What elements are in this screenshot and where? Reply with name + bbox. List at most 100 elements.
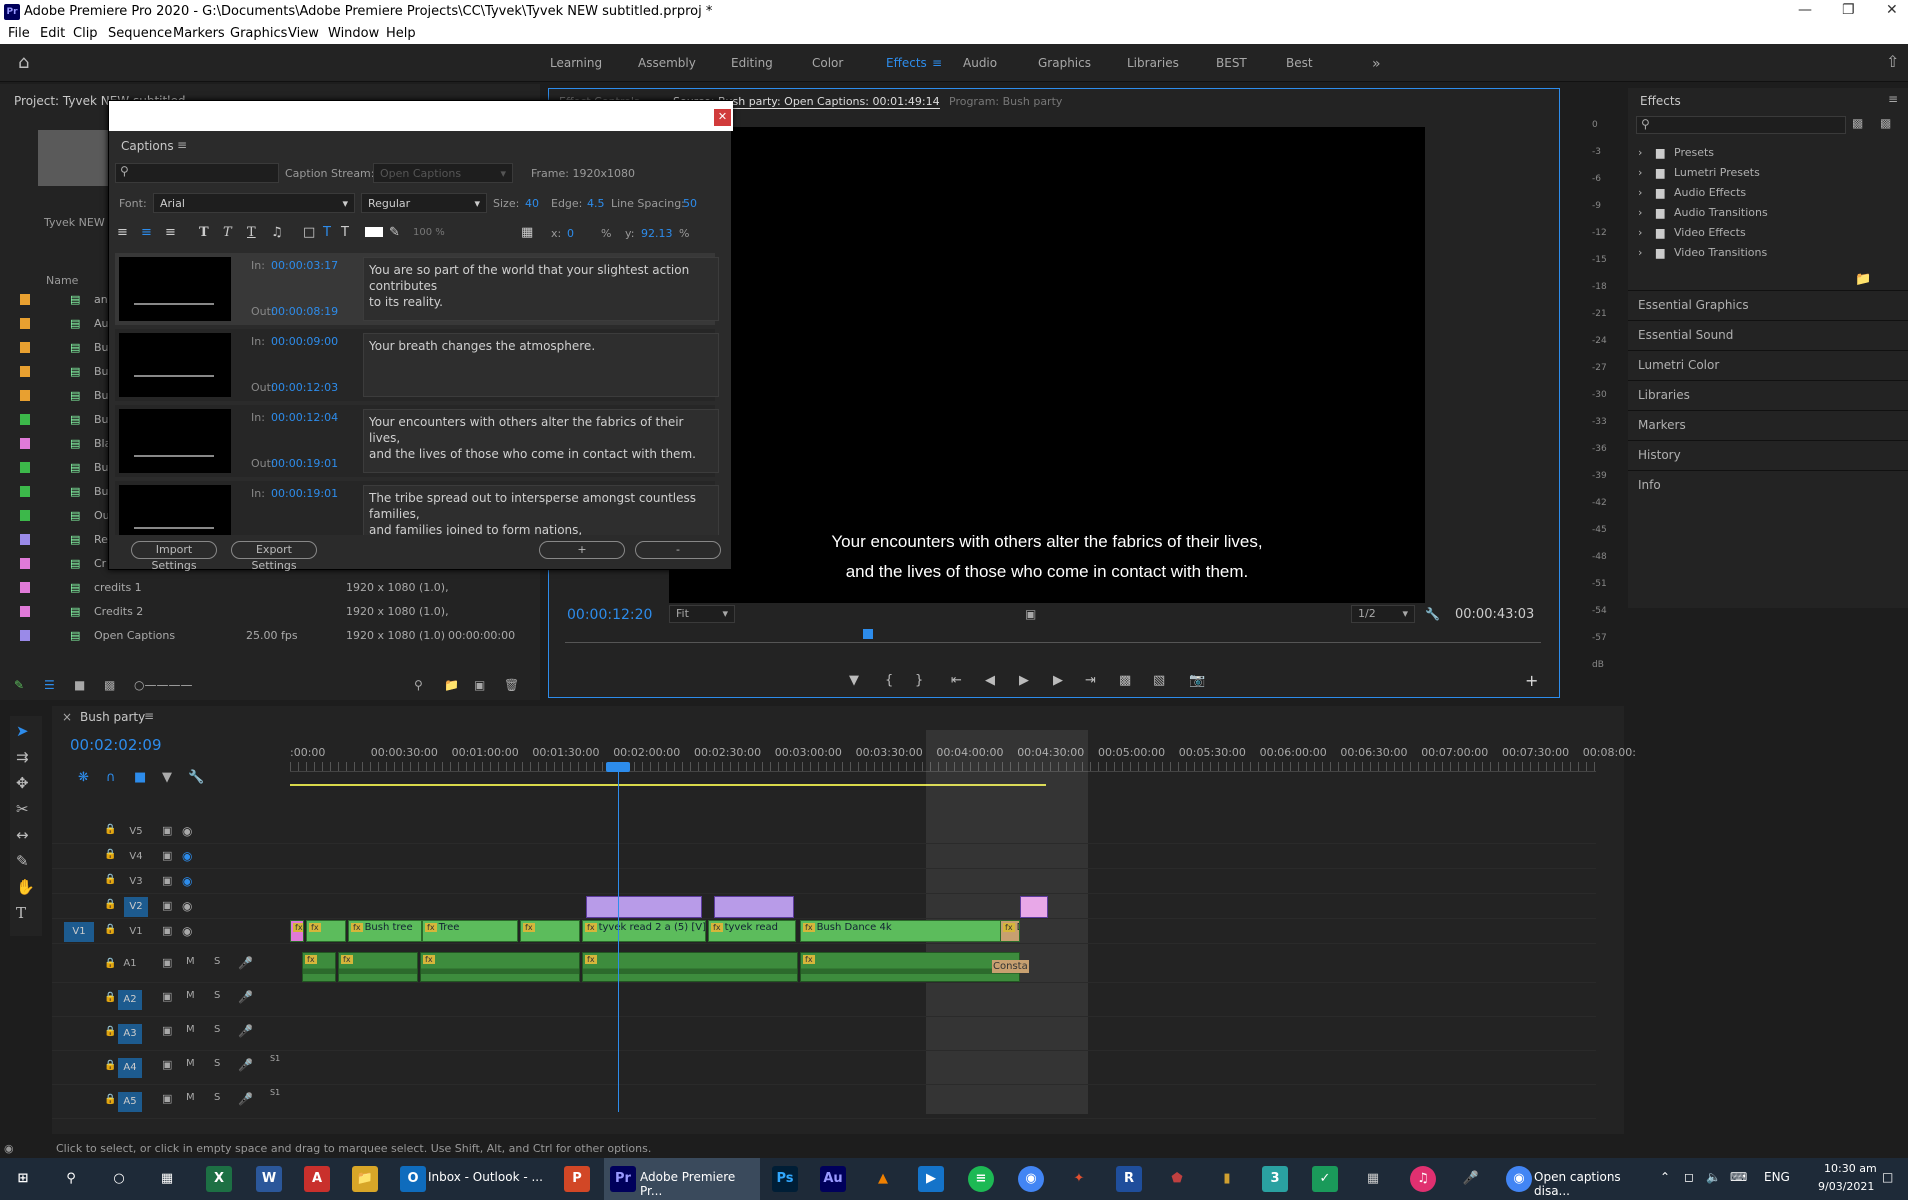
type-tool-icon[interactable]: T	[16, 904, 26, 922]
underline-icon[interactable]: T	[247, 225, 256, 240]
caption-stream-dropdown[interactable]: Open Captions ▾	[373, 163, 513, 183]
track-name[interactable]: A4	[118, 1058, 142, 1078]
selection-tool-icon[interactable]: ➤	[16, 722, 29, 740]
eye-icon[interactable]: ◉	[182, 899, 192, 913]
voiceover-mic-icon[interactable]: 🎤	[238, 1058, 253, 1072]
mute-button[interactable]: M	[186, 1092, 195, 1103]
eye-icon[interactable]: ◉	[182, 849, 192, 863]
menu-clip[interactable]: Clip	[73, 26, 98, 41]
workspace-editing[interactable]: Editing	[731, 56, 773, 70]
lock-icon[interactable]: 🔒	[104, 1060, 116, 1071]
workspace-menu-icon[interactable]: ≡	[932, 56, 942, 70]
color-swatch[interactable]	[365, 227, 383, 237]
caption-text[interactable]: You are so part of the world that your s…	[363, 257, 719, 321]
align-left-icon[interactable]: ≡	[117, 225, 128, 240]
playhead-handle[interactable]	[606, 762, 630, 772]
start-icon[interactable]: ⊞	[10, 1166, 36, 1192]
caption-text[interactable]: Your encounters with others alter the fa…	[363, 409, 719, 473]
sync-lock-icon[interactable]: ▣	[162, 924, 172, 937]
voiceover-mic-icon[interactable]: 🎤	[238, 1024, 253, 1038]
source-patch-v1[interactable]: V1	[64, 922, 94, 942]
size-value[interactable]: 40	[525, 197, 539, 210]
font-style-dropdown[interactable]: Regular ▾	[361, 193, 487, 213]
remove-caption-button[interactable]: -	[635, 541, 721, 559]
menu-window[interactable]: Window	[328, 26, 379, 41]
caption-in-time[interactable]: 00:00:09:00	[271, 335, 338, 348]
source-timecode[interactable]: 00:00:12:20	[567, 607, 652, 623]
video-track-v5[interactable]	[290, 820, 1596, 844]
captions-menu-icon[interactable]: ≡	[177, 138, 187, 152]
snap-icon[interactable]: ∩	[106, 770, 116, 785]
video-clip[interactable]: fx Bush Dance 4k	[800, 920, 1018, 942]
eyedropper-icon[interactable]: ✎	[389, 225, 400, 240]
side-panel-essential-sound[interactable]: Essential Sound	[1638, 328, 1733, 342]
sequence-tab[interactable]: Bush party	[80, 710, 145, 724]
video-clip[interactable]: fx	[520, 920, 580, 942]
position-grid-icon[interactable]: ▦	[521, 225, 533, 240]
source-playhead[interactable]	[862, 629, 873, 639]
label-color-swatch[interactable]	[20, 510, 30, 521]
premiere-taskbar-button[interactable]: Pr Adobe Premiere Pr...	[604, 1158, 760, 1200]
outlook-icon[interactable]: O	[400, 1166, 426, 1192]
workspace-assembly[interactable]: Assembly	[638, 56, 696, 70]
menu-file[interactable]: File	[8, 26, 30, 41]
sync-lock-icon[interactable]: ▣	[162, 1058, 172, 1071]
clock-time[interactable]: 10:30 am	[1824, 1162, 1877, 1175]
label-color-swatch[interactable]	[20, 414, 30, 425]
spotify-icon[interactable]: ≡	[968, 1166, 994, 1192]
step-back-icon[interactable]: ◀	[985, 673, 995, 688]
solo-button[interactable]: S	[214, 1092, 220, 1103]
eye-icon[interactable]: ◉	[182, 874, 192, 888]
label-color-swatch[interactable]	[20, 342, 30, 353]
dialog-close-button[interactable]: ✕	[714, 109, 731, 126]
new-item-icon[interactable]: ▣	[474, 678, 485, 692]
more-workspaces-icon[interactable]: »	[1372, 56, 1381, 72]
zoom-slider[interactable]: ○————	[134, 678, 192, 692]
edge-value[interactable]: 4.5	[587, 197, 605, 210]
excel-icon[interactable]: X	[206, 1166, 232, 1192]
add-marker-icon[interactable]: ▼	[162, 770, 172, 785]
sync-lock-icon[interactable]: ▣	[162, 824, 172, 837]
restore-button[interactable]: ❐	[1842, 2, 1855, 18]
track-name[interactable]: V3	[124, 872, 148, 892]
cortana-icon[interactable]: ○	[106, 1166, 132, 1192]
expand-arrow-icon[interactable]: ›	[1638, 186, 1642, 199]
label-color-swatch[interactable]	[20, 582, 30, 593]
timeline-playhead[interactable]	[618, 762, 619, 1112]
caption-row[interactable]: In: 00:00:09:00 Out: 00:00:12:03 Your breath…	[115, 329, 719, 401]
fit-dropdown[interactable]: Fit ▾	[669, 605, 735, 623]
track-select-tool-icon[interactable]: ⇉	[16, 748, 29, 766]
audio-clip[interactable]: fx	[582, 952, 798, 982]
video-clip[interactable]: fx	[290, 920, 304, 942]
insert-icon[interactable]: ▩	[1119, 673, 1131, 688]
share-icon[interactable]: ⇧	[1886, 52, 1899, 71]
sync-lock-icon[interactable]: ▣	[162, 956, 172, 969]
bold-icon[interactable]: T	[199, 225, 209, 240]
caption-out-time[interactable]: 00:00:19:01	[271, 457, 338, 470]
solo-button[interactable]: S	[214, 1058, 220, 1069]
timeline-settings-icon[interactable]: 🔧	[188, 770, 204, 785]
itunes-icon[interactable]: ♫	[1410, 1166, 1436, 1192]
background-color-icon[interactable]: □	[303, 225, 315, 240]
add-caption-button[interactable]: +	[539, 541, 625, 559]
caption-out-time[interactable]: 00:00:12:03	[271, 381, 338, 394]
label-color-swatch[interactable]	[20, 390, 30, 401]
captions-search-input[interactable]: ⚲	[115, 163, 279, 183]
insert-sequence-icon[interactable]: ❋	[78, 770, 89, 785]
keyboard-icon[interactable]: ⌨	[1730, 1170, 1747, 1184]
side-panel-lumetri-color[interactable]: Lumetri Color	[1638, 358, 1719, 372]
sync-lock-icon[interactable]: ▣	[162, 990, 172, 1003]
add-marker-icon[interactable]: ▼	[849, 673, 859, 688]
expand-arrow-icon[interactable]: ›	[1638, 226, 1642, 239]
revit-icon[interactable]: R	[1116, 1166, 1142, 1192]
lock-icon[interactable]: 🔒	[104, 958, 116, 969]
lock-icon[interactable]: 🔒	[104, 849, 116, 860]
label-color-swatch[interactable]	[20, 606, 30, 617]
import-settings-button[interactable]: Import Settings	[131, 541, 217, 572]
video-clip[interactable]: fx	[306, 920, 346, 942]
track-name[interactable]: A1	[118, 954, 142, 974]
source-scrubber[interactable]	[565, 629, 1541, 643]
app-icon-3[interactable]: ▮	[1214, 1166, 1240, 1192]
export-frame-icon[interactable]: 📷	[1189, 673, 1205, 688]
audio-track-a2[interactable]	[290, 984, 1596, 1017]
